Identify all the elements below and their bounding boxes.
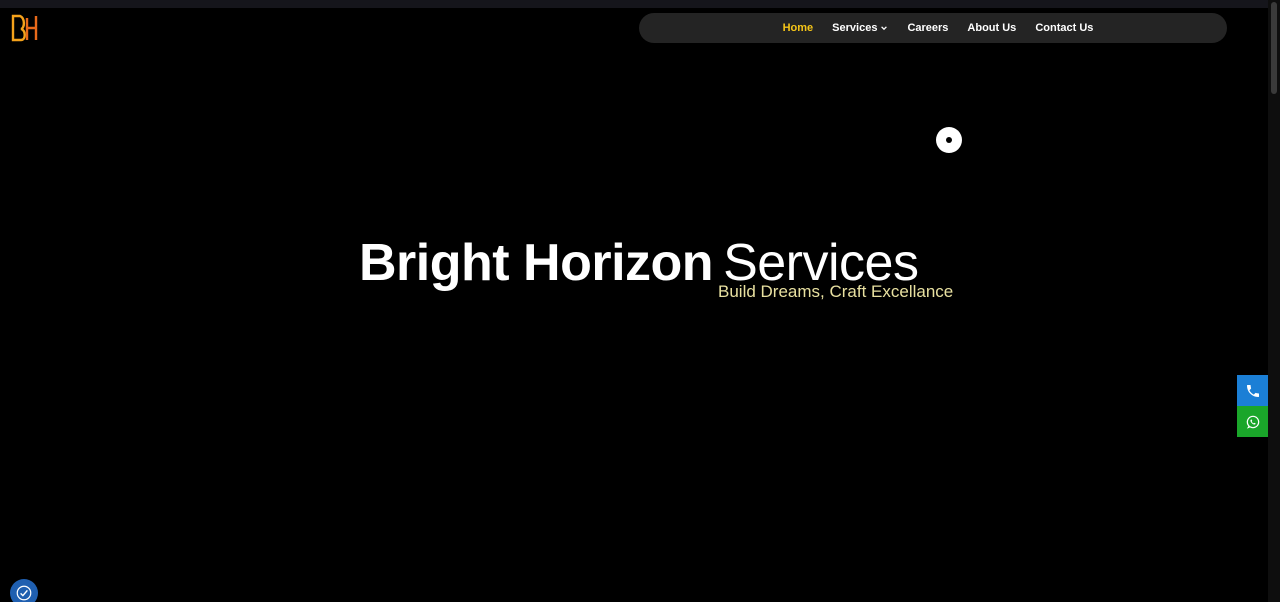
nav-careers[interactable]: Careers [907,22,948,34]
cursor-follower [936,127,962,153]
hero-subtitle: Build Dreams, Craft Excellance [718,282,954,301]
scrollbar-thumb[interactable] [1271,2,1277,94]
nav-services[interactable]: Services [832,22,888,34]
chevron-down-icon [881,26,888,31]
whatsapp-button[interactable] [1237,406,1268,437]
scrollbar[interactable] [1268,0,1280,602]
accessibility-icon [16,585,32,601]
nav-services-label: Services [832,22,878,34]
accessibility-button[interactable] [10,579,38,602]
logo-icon [11,14,38,42]
hero-title-bold: Bright Horizon [359,234,714,292]
phone-icon [1246,384,1259,397]
nav-about-us[interactable]: About Us [967,22,1016,34]
nav-contact-us[interactable]: Contact Us [1035,22,1093,34]
call-button[interactable] [1237,375,1268,406]
page: Home Services Careers About Us Contact U… [0,0,1280,602]
whatsapp-icon [1246,415,1259,429]
top-strip [0,0,1268,8]
brand-logo[interactable] [9,13,39,43]
cursor-dot-center [946,137,952,143]
main-navbar: Home Services Careers About Us Contact U… [639,13,1227,43]
nav-home[interactable]: Home [783,22,814,34]
